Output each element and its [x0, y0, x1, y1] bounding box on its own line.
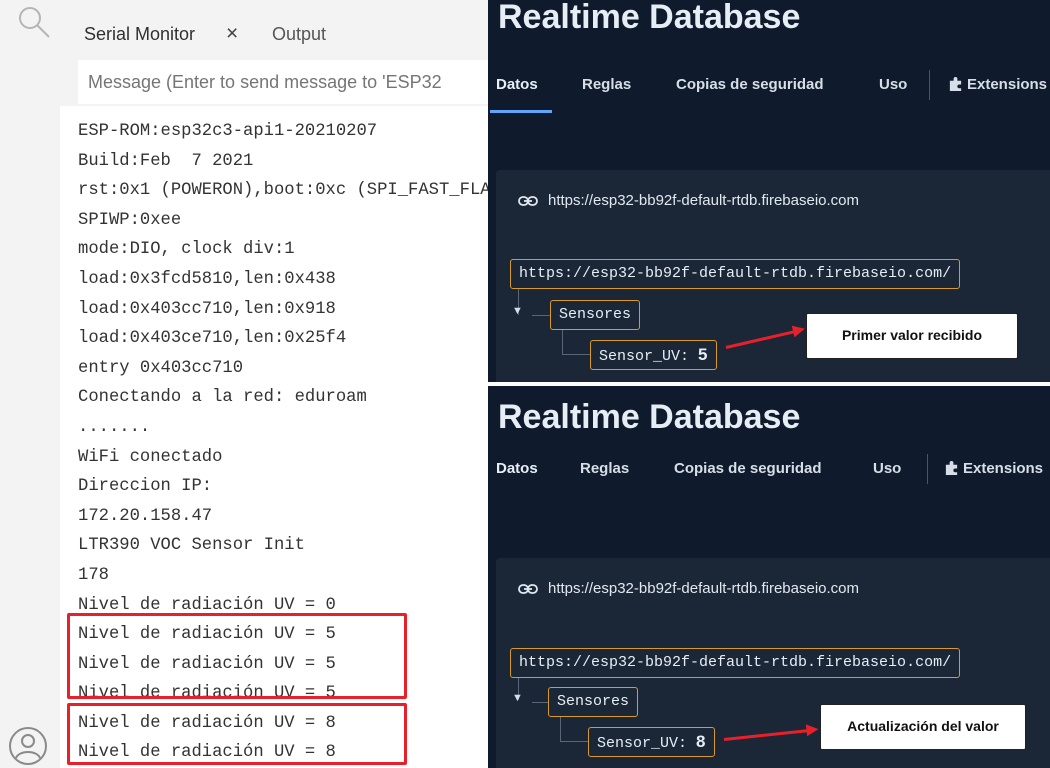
- close-icon[interactable]: ×: [226, 22, 238, 46]
- puzzle-icon: [949, 76, 962, 91]
- database-url-row: https://esp32-bb92f-default-rtdb.firebas…: [518, 580, 859, 597]
- tree-connector: [532, 315, 550, 316]
- active-tab-indicator: [490, 110, 552, 113]
- leaf-value: 8: [696, 732, 706, 751]
- serial-log-line: 178: [78, 565, 109, 585]
- serial-log-line: entry 0x403cc710: [78, 358, 244, 378]
- tab-datos[interactable]: Datos: [496, 460, 538, 477]
- node-sensores[interactable]: Sensores: [550, 300, 641, 330]
- leaf-sensor-uv[interactable]: Sensor_UV: 8: [588, 727, 715, 757]
- serial-log-line: mode:DIO, clock div:1: [78, 240, 295, 260]
- puzzle-icon: [945, 460, 958, 475]
- serial-log-line: load:0x403ce710,len:0x25f4: [78, 329, 347, 349]
- serial-log-line: rst:0x1 (POWERON),boot:0xc (SPI_FAST_FLA…: [78, 181, 488, 201]
- firebase-panel-first: Realtime Database Datos Reglas Copias de…: [488, 0, 1050, 382]
- serial-message-input[interactable]: [78, 60, 488, 104]
- tab-extensions-label: Extensions: [967, 76, 1048, 93]
- database-url-row: https://esp32-bb92f-default-rtdb.firebas…: [518, 192, 859, 209]
- root-url-chip[interactable]: https://esp32-bb92f-default-rtdb.firebas…: [510, 648, 961, 678]
- serial-log-line: ESP-ROM:esp32c3-api1-20210207: [78, 122, 378, 141]
- serial-log-line: load:0x403cc710,len:0x918: [78, 299, 336, 319]
- tab-copias-de-seguridad[interactable]: Copias de seguridad: [676, 76, 824, 93]
- annotation-first-value: Primer valor recibido: [806, 313, 1018, 359]
- serial-log-line: 172.20.158.47: [78, 506, 213, 526]
- panel-tab-bar: Serial Monitor × Output: [60, 10, 488, 58]
- tab-extensions-label: Extensions: [963, 460, 1044, 477]
- tab-datos[interactable]: Datos: [496, 76, 538, 93]
- caret-down-icon[interactable]: ▼: [512, 692, 523, 704]
- serial-log-line: load:0x3fcd5810,len:0x438: [78, 269, 336, 289]
- tree-connector: [562, 330, 563, 354]
- tree-connector: [562, 354, 590, 355]
- annotation-updated-value: Actualización del valor: [820, 704, 1026, 750]
- activity-bar: [0, 0, 60, 768]
- highlight-box-uv-8: [67, 703, 407, 765]
- tab-reglas[interactable]: Reglas: [580, 460, 629, 477]
- leaf-value: 5: [698, 345, 708, 364]
- tree-connector: [532, 702, 548, 703]
- tab-uso[interactable]: Uso: [879, 76, 907, 93]
- tree-connector: [560, 741, 588, 742]
- caret-down-icon[interactable]: ▼: [512, 305, 523, 317]
- serial-log-line: .......: [78, 417, 151, 437]
- firebase-panel-updated: Realtime Database Datos Reglas Copias de…: [488, 386, 1050, 768]
- tab-divider: [929, 70, 930, 100]
- tab-divider: [927, 454, 928, 484]
- tab-serial-monitor[interactable]: Serial Monitor: [84, 24, 195, 45]
- tab-extensions[interactable]: Extensions: [948, 76, 1047, 93]
- leaf-sensor-uv[interactable]: Sensor_UV: 5: [590, 340, 717, 370]
- tab-output[interactable]: Output: [272, 24, 326, 45]
- leaf-key: Sensor_UV:: [597, 735, 688, 752]
- link-icon[interactable]: [518, 583, 538, 595]
- database-url[interactable]: https://esp32-bb92f-default-rtdb.firebas…: [548, 580, 859, 597]
- highlight-box-uv-5: [67, 613, 407, 699]
- serial-log-line: Conectando a la red: eduroam: [78, 388, 367, 408]
- tab-copias-de-seguridad[interactable]: Copias de seguridad: [674, 460, 822, 477]
- page-title: Realtime Database: [498, 398, 801, 436]
- serial-log-line: SPIWP:0xee: [78, 210, 182, 230]
- firebase-tab-bar: Datos Reglas Copias de seguridad Uso Ext…: [488, 70, 1050, 113]
- database-url[interactable]: https://esp32-bb92f-default-rtdb.firebas…: [548, 192, 859, 209]
- serial-log-line: WiFi conectado: [78, 447, 223, 467]
- account-icon[interactable]: [8, 726, 48, 766]
- link-icon[interactable]: [518, 195, 538, 207]
- search-icon[interactable]: [18, 6, 52, 40]
- tree-connector: [560, 717, 561, 741]
- tab-extensions[interactable]: Extensions: [944, 460, 1043, 477]
- serial-log-line: Direccion IP:: [78, 477, 213, 497]
- serial-log-line: LTR390 VOC Sensor Init: [78, 536, 305, 556]
- tab-reglas[interactable]: Reglas: [582, 76, 631, 93]
- node-sensores[interactable]: Sensores: [548, 687, 639, 717]
- serial-log-line: Build:Feb 7 2021: [78, 151, 254, 171]
- firebase-tab-bar: Datos Reglas Copias de seguridad Uso Ext…: [488, 454, 1050, 494]
- leaf-key: Sensor_UV:: [599, 348, 690, 365]
- page-title: Realtime Database: [498, 0, 801, 36]
- tab-uso[interactable]: Uso: [873, 460, 901, 477]
- root-url-chip[interactable]: https://esp32-bb92f-default-rtdb.firebas…: [510, 259, 961, 289]
